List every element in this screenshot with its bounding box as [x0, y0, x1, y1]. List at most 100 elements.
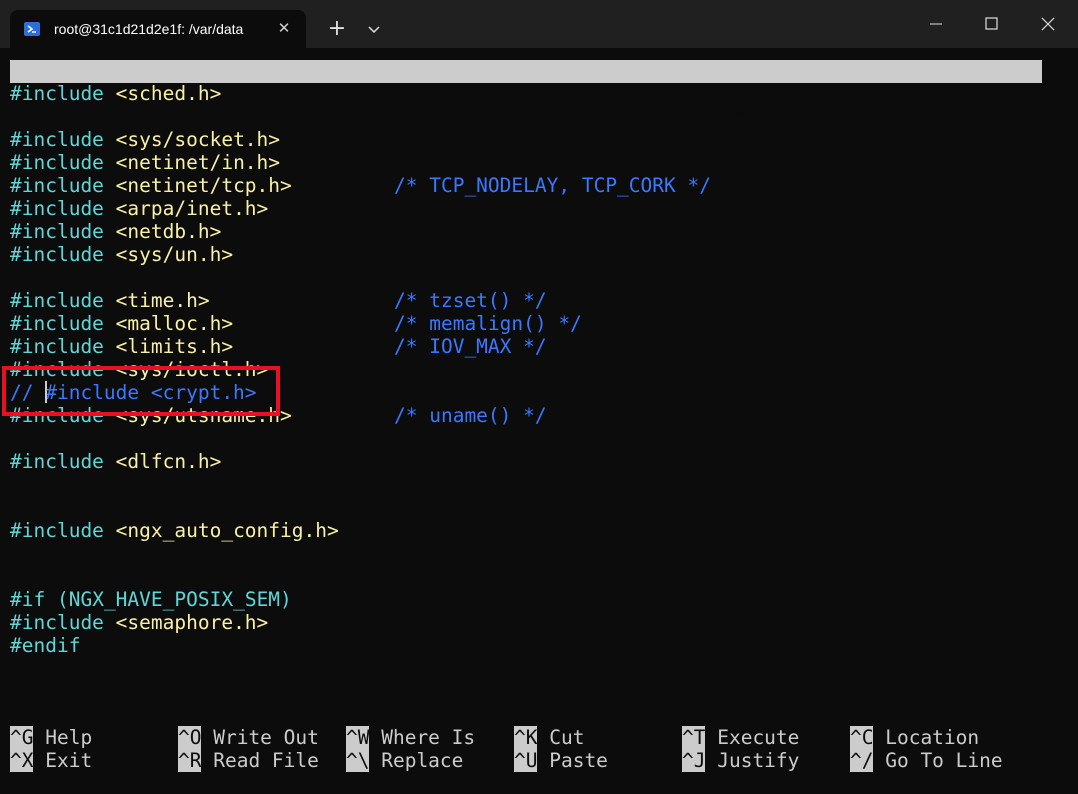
tab-dropdown-icon[interactable] [359, 14, 389, 44]
shortcut-key: ^\ [346, 749, 370, 772]
code-line: #include <netinet/tcp.h> /* TCP_NODELAY, … [10, 174, 711, 197]
shortcut-key: ^J [682, 749, 706, 772]
code-line: #include <sys/un.h> [10, 243, 233, 266]
shortcut-label: Replace [369, 749, 464, 772]
shortcut-key: ^G [10, 726, 34, 749]
header-name: <time.h> [115, 289, 210, 312]
shortcut-label: Exit [33, 749, 93, 772]
code-line: #include <sched.h> [10, 82, 221, 105]
shortcut-item: ^/ Go To Line [850, 749, 1003, 772]
shortcut-key: ^W [346, 726, 370, 749]
code-line: #include <netdb.h> [10, 220, 221, 243]
inline-comment: /* memalign() */ [394, 312, 582, 335]
directive: #endif [10, 634, 81, 657]
shortcut-item: ^W Where Is [346, 726, 475, 749]
header-name: <sys/un.h> [115, 243, 234, 266]
directive: #include [10, 128, 104, 151]
shortcut-key: ^O [178, 726, 202, 749]
shortcut-item: ^T Execute [682, 726, 799, 749]
directive: #include [10, 197, 104, 220]
terminal-area[interactable]: GNU nano 7.2 src/os/unix/ngx_linux_confi… [0, 48, 1078, 794]
header-name: <sys/socket.h> [115, 128, 281, 151]
directive: #include [10, 312, 104, 335]
shortcut-item: ^K Cut [514, 726, 584, 749]
close-window-button[interactable] [1020, 0, 1076, 48]
code-line: #endif [10, 634, 80, 657]
shortcut-label: Write Out [201, 726, 319, 749]
tab-title: root@31c1d21d2e1f: /var/data [54, 21, 244, 37]
directive: #include [10, 82, 104, 105]
shortcut-key: ^X [10, 749, 34, 772]
shortcut-label: Go To Line [873, 749, 1003, 772]
directive: #if [10, 588, 46, 611]
header-name: <sched.h> [115, 82, 222, 105]
directive: #include [10, 243, 104, 266]
header-name: <netdb.h> [115, 220, 222, 243]
code-line: #include <ngx_auto_config.h> [10, 519, 339, 542]
shortcut-key: ^K [514, 726, 538, 749]
shortcut-key: ^R [178, 749, 202, 772]
header-name: <ngx_auto_config.h> [115, 519, 339, 542]
shortcut-item: ^G Help [10, 726, 92, 749]
tab-bar: root@31c1d21d2e1f: /var/data ✕ + [0, 0, 1078, 48]
header-name: <netinet/tcp.h> [115, 174, 292, 197]
directive: #include [10, 220, 104, 243]
minimize-button[interactable] [908, 0, 964, 48]
code-line: #include <semaphore.h> [10, 611, 268, 634]
powershell-icon [24, 22, 40, 36]
terminal-tab[interactable]: root@31c1d21d2e1f: /var/data ✕ [10, 10, 306, 48]
shortcut-item: ^U Paste [514, 749, 608, 772]
code-line: #include <limits.h> /* IOV_MAX */ [10, 335, 547, 358]
inline-comment: /* tzset() */ [394, 289, 547, 312]
new-tab-button[interactable]: + [322, 14, 352, 44]
nano-filename: src/os/unix/ngx_linux_config.h * [370, 106, 746, 129]
text-cursor [45, 381, 47, 403]
directive: #include [10, 611, 104, 634]
code-line: #include <netinet/in.h> [10, 151, 280, 174]
header-name: <malloc.h> [115, 312, 234, 335]
directive: #include [10, 174, 104, 197]
shortcut-label: Read File [201, 749, 319, 772]
directive: #include [10, 335, 104, 358]
shortcut-label: Paste [537, 749, 608, 772]
shortcut-item: ^C Location [850, 726, 979, 749]
shortcut-item: ^O Write Out [178, 726, 319, 749]
code-line: #if (NGX_HAVE_POSIX_SEM) [10, 588, 292, 611]
directive: #include [10, 519, 104, 542]
inline-comment: /* uname() */ [394, 404, 547, 427]
shortcut-label: Justify [705, 749, 800, 772]
shortcut-key: ^U [514, 749, 538, 772]
nano-title-bar: GNU nano 7.2 src/os/unix/ngx_linux_confi… [10, 60, 1042, 129]
code-line: #include <time.h> /* tzset() */ [10, 289, 547, 312]
code-line: #include <arpa/inet.h> [10, 197, 268, 220]
code-line: #include <dlfcn.h> [10, 450, 221, 473]
shortcut-label: Help [33, 726, 93, 749]
shortcut-key: ^T [682, 726, 706, 749]
directive: #include [10, 151, 104, 174]
shortcut-key: ^C [850, 726, 874, 749]
shortcut-label: Where Is [369, 726, 476, 749]
header-name: <semaphore.h> [115, 611, 269, 634]
header-name: <dlfcn.h> [115, 450, 222, 473]
shortcut-key: ^/ [850, 749, 874, 772]
shortcut-item: ^\ Replace [346, 749, 463, 772]
highlight-box [2, 366, 280, 416]
header-name: <netinet/in.h> [115, 151, 281, 174]
shortcut-label: Cut [537, 726, 585, 749]
maximize-button[interactable] [964, 0, 1020, 48]
condition: (NGX_HAVE_POSIX_SEM) [56, 588, 292, 611]
directive: #include [10, 450, 104, 473]
shortcut-item: ^J Justify [682, 749, 799, 772]
header-name: <limits.h> [115, 335, 234, 358]
shortcut-label: Execute [705, 726, 800, 749]
code-line: #include <sys/socket.h> [10, 128, 280, 151]
shortcut-item: ^X Exit [10, 749, 92, 772]
shortcut-label: Location [873, 726, 980, 749]
shortcut-item: ^R Read File [178, 749, 319, 772]
directive: #include [10, 289, 104, 312]
code-line: #include <malloc.h> /* memalign() */ [10, 312, 582, 335]
header-name: <arpa/inet.h> [115, 197, 269, 220]
inline-comment: /* IOV_MAX */ [394, 335, 547, 358]
inline-comment: /* TCP_NODELAY, TCP_CORK */ [394, 174, 711, 197]
tab-close-icon[interactable]: ✕ [272, 16, 296, 40]
